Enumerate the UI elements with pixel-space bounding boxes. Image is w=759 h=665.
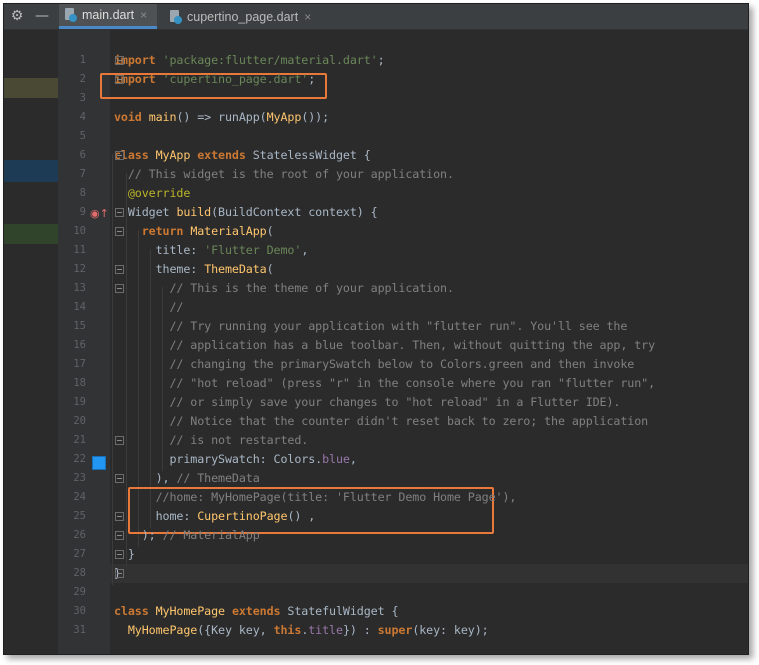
code-line[interactable]: MyHomePage({Key key, this.title}) : supe… bbox=[114, 621, 489, 640]
fold-toggle-icon[interactable] bbox=[115, 227, 124, 236]
code-line[interactable]: // Notice that the counter didn't reset … bbox=[114, 412, 649, 431]
line-number: 30 bbox=[73, 605, 86, 617]
fold-toggle-icon[interactable] bbox=[115, 75, 124, 84]
line-number: 24 bbox=[73, 491, 86, 503]
line-number: 11 bbox=[73, 244, 86, 256]
tab-label: main.dart bbox=[82, 8, 135, 22]
fold-toggle-icon[interactable] bbox=[115, 208, 124, 217]
code-line[interactable]: title: 'Flutter Demo', bbox=[114, 241, 309, 260]
line-number: 28 bbox=[73, 567, 86, 579]
code-line[interactable]: class MyApp extends StatelessWidget { bbox=[114, 146, 371, 165]
gear-icon[interactable]: ⚙ bbox=[7, 6, 27, 26]
fold-toggle-icon[interactable] bbox=[115, 151, 124, 160]
fold-toggle-icon[interactable] bbox=[115, 436, 124, 445]
code-line[interactable]: @override bbox=[114, 184, 191, 203]
line-number: 5 bbox=[79, 130, 86, 142]
line-number: 26 bbox=[73, 529, 86, 541]
code-line[interactable]: // changing the primarySwatch below to C… bbox=[114, 355, 635, 374]
line-number: 8 bbox=[79, 187, 86, 199]
code-line[interactable]: primarySwatch: Colors.blue, bbox=[114, 450, 356, 469]
code-line[interactable]: //home: MyHomePage(title: 'Flutter Demo … bbox=[114, 488, 517, 507]
code-line[interactable]: Widget build(BuildContext context) { bbox=[114, 203, 378, 222]
fold-toggle-icon[interactable] bbox=[115, 550, 124, 559]
editor-tab-bar: ⚙ — main.dart × cupertino_page.dart × bbox=[4, 4, 748, 30]
code-line[interactable]: void main() => runApp(MyApp()); bbox=[114, 108, 329, 127]
code-line[interactable]: return MaterialApp( bbox=[114, 222, 274, 241]
code-line[interactable]: ), // ThemeData bbox=[114, 469, 260, 488]
vcs-marker bbox=[4, 78, 58, 98]
indent-guide bbox=[112, 154, 113, 585]
line-number: 21 bbox=[73, 434, 86, 446]
code-line[interactable]: import 'package:flutter/material.dart'; bbox=[114, 51, 385, 70]
code-line[interactable]: import 'cupertino_page.dart'; bbox=[114, 70, 315, 89]
override-method-icon[interactable]: ◉↑ bbox=[90, 206, 109, 222]
code-line[interactable]: // Try running your application with "fl… bbox=[114, 317, 628, 336]
code-line[interactable]: home: CupertinoPage() , bbox=[114, 507, 316, 526]
line-number: 17 bbox=[73, 358, 86, 370]
tab-cupertino-page-dart[interactable]: cupertino_page.dart × bbox=[164, 4, 316, 29]
code-line[interactable]: class MyHomePage extends StatefulWidget … bbox=[114, 602, 399, 621]
line-number: 19 bbox=[73, 396, 86, 408]
line-number: 9 bbox=[79, 206, 86, 218]
code-line[interactable]: // "hot reload" (press "r" in the consol… bbox=[114, 374, 656, 393]
tab-label: cupertino_page.dart bbox=[187, 9, 299, 24]
line-number: 3 bbox=[79, 92, 86, 104]
line-number: 10 bbox=[73, 225, 86, 237]
line-number: 4 bbox=[79, 111, 86, 123]
line-number: 25 bbox=[73, 510, 86, 522]
tab-main-dart[interactable]: main.dart × bbox=[59, 4, 157, 29]
dart-file-icon bbox=[65, 8, 77, 22]
line-number: 16 bbox=[73, 339, 86, 351]
code-line[interactable]: // or simply save your changes to "hot r… bbox=[114, 393, 621, 412]
line-number: 23 bbox=[73, 472, 86, 484]
code-line[interactable]: // This is the theme of your application… bbox=[114, 279, 455, 298]
code-line[interactable]: theme: ThemeData( bbox=[114, 260, 274, 279]
line-number: 13 bbox=[73, 282, 86, 294]
line-number: 15 bbox=[73, 320, 86, 332]
code-line[interactable]: // is not restarted. bbox=[114, 431, 309, 450]
vcs-marker bbox=[4, 224, 58, 244]
fold-toggle-icon[interactable] bbox=[115, 474, 124, 483]
line-number: 20 bbox=[73, 415, 86, 427]
line-number: 7 bbox=[79, 168, 86, 180]
line-number: 1 bbox=[79, 54, 86, 66]
caret-line-highlight bbox=[110, 564, 748, 583]
code-line[interactable]: // This widget is the root of your appli… bbox=[114, 165, 454, 184]
minus-icon[interactable]: — bbox=[32, 6, 52, 26]
vcs-marker bbox=[4, 160, 58, 182]
line-number: 6 bbox=[79, 149, 86, 161]
color-swatch-icon[interactable] bbox=[92, 456, 106, 470]
fold-toggle-icon[interactable] bbox=[115, 265, 124, 274]
fold-toggle-icon[interactable] bbox=[115, 531, 124, 540]
code-line[interactable]: // application has a blue toolbar. Then,… bbox=[114, 336, 656, 355]
line-number: 27 bbox=[73, 548, 86, 560]
line-number: 29 bbox=[73, 586, 86, 598]
line-number: 31 bbox=[73, 624, 86, 636]
left-strip bbox=[4, 30, 58, 654]
line-number: 12 bbox=[73, 263, 86, 275]
code-line[interactable]: // bbox=[114, 298, 184, 317]
line-number: 2 bbox=[79, 73, 86, 85]
close-icon[interactable]: × bbox=[140, 8, 147, 22]
close-icon[interactable]: × bbox=[304, 10, 311, 24]
line-number: 22 bbox=[73, 453, 86, 465]
dart-file-icon bbox=[170, 9, 182, 24]
fold-toggle-icon[interactable] bbox=[115, 284, 124, 293]
line-number: 14 bbox=[73, 301, 86, 313]
fold-toggle-icon[interactable] bbox=[115, 569, 124, 578]
fold-toggle-icon[interactable] bbox=[115, 512, 124, 521]
ide-window: ⚙ — main.dart × cupertino_page.dart × ◉↑… bbox=[3, 3, 749, 655]
fold-toggle-icon[interactable] bbox=[115, 56, 124, 65]
line-number: 18 bbox=[73, 377, 86, 389]
code-line[interactable]: ); // MaterialApp bbox=[114, 526, 260, 545]
